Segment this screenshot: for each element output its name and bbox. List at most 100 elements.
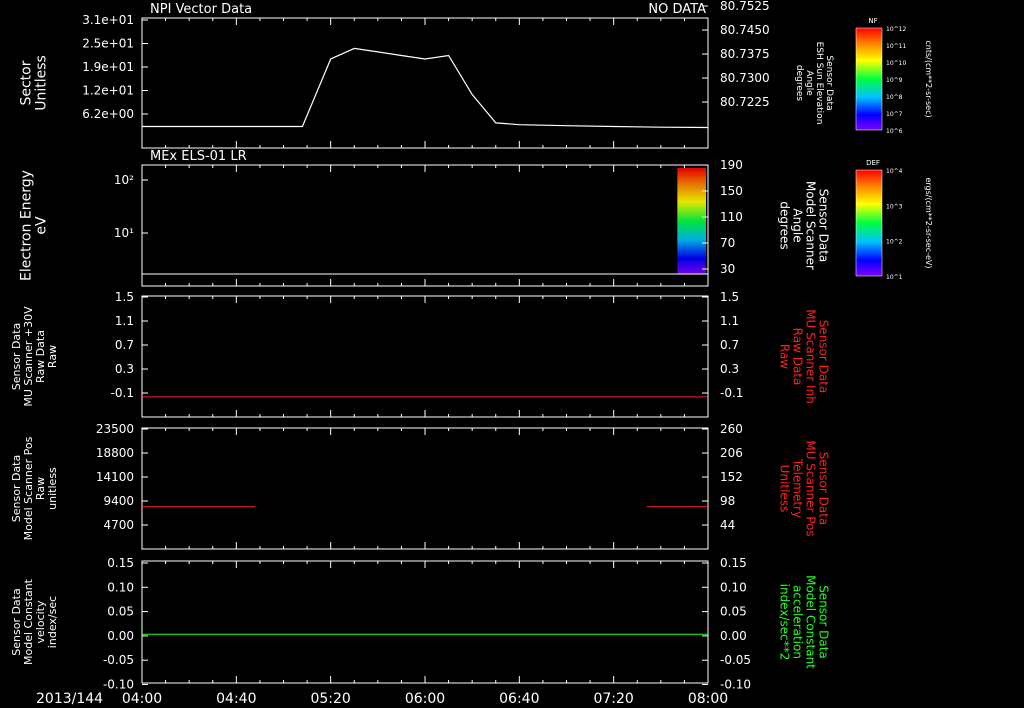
ylabel-right: Sensor DataMU Scanner PosTelemetryUnitle… <box>778 440 831 536</box>
ytick-left-label: 4700 <box>103 518 134 532</box>
ylabel-right-line: Model Scanner <box>804 181 818 270</box>
ylabel-left: Sensor Data Model Constant velocity index/s… <box>10 578 59 665</box>
date-label: 2013/144 <box>36 691 103 707</box>
ytick-left-label: 0.7 <box>115 338 134 352</box>
ylabel-left-line: unitless <box>46 467 59 510</box>
panel-frame-mu-raw <box>141 295 709 418</box>
colorbar-tick-label: 10^6 <box>886 128 903 135</box>
time-tick-label: 04:40 <box>216 691 256 707</box>
ylabel-right-line: Angle <box>804 70 814 96</box>
ytick-right-label: 152 <box>720 470 743 484</box>
ylabel-right: Sensor DataModel ScannerAngledegrees <box>778 181 831 270</box>
ylabel-right: Sensor DataESH Sun ElevationAngledegrees <box>794 42 834 125</box>
nf-colorbar <box>855 27 883 131</box>
ytick-left-label: 23500 <box>96 422 134 436</box>
ylabel-left: Electron Energy eV <box>19 170 50 281</box>
no-data-label: NO DATA <box>648 2 706 17</box>
nf-colorbar-title: NF <box>868 17 877 25</box>
ytick-left-label: 0.00 <box>107 629 134 643</box>
multi-panel-plot: NPI Vector Data NO DATA MEx ELS-01 LR 04… <box>10 0 933 707</box>
ytick-left-label: 1.9e+01 <box>82 60 134 74</box>
ylabel-left-line: Electron Energy <box>19 170 35 281</box>
colorbar-tick-label: 10^3 <box>886 203 903 210</box>
ylabel-left-line: index/sec <box>46 596 59 648</box>
ylabel-right-line: ESH Sun Elevation <box>814 42 824 125</box>
ylabel-right-line: degrees <box>778 201 792 249</box>
ytick-right-label: 260 <box>720 422 743 436</box>
ytick-right-label: -0.1 <box>720 386 743 400</box>
time-tick-label: 06:00 <box>405 691 445 707</box>
ytick-right-label: 70 <box>720 236 735 250</box>
ylabel-left-line: Unitless <box>34 55 50 111</box>
ytick-right-label: 44 <box>720 518 735 532</box>
colorbar-tick-label: 10^8 <box>886 94 903 101</box>
ytick-left-label: 9400 <box>103 494 134 508</box>
panel-title-electron: MEx ELS-01 LR <box>150 149 247 164</box>
ylabel-left-line: eV <box>34 216 50 235</box>
ytick-right-label: 80.7375 <box>720 47 770 61</box>
ylabel-left: Sensor Data Model Scanner Pos Raw unitless <box>10 436 59 540</box>
colorbar-tick-label: 10^11 <box>886 43 906 50</box>
ylabel-right-line: Sensor Data <box>817 320 831 394</box>
ylabel-right: Sensor DataModel Constantaccelerationind… <box>778 575 831 669</box>
ylabel-right-line: index/sec**2 <box>778 584 792 661</box>
ytick-right-label: 80.7525 <box>720 0 770 13</box>
ylabel-right: Sensor DataMU Scanner InhRaw DataRaw <box>778 309 831 404</box>
ytick-right-label: 1.1 <box>720 314 739 328</box>
ylabel-right-line: Model Constant <box>804 575 818 669</box>
ylabel-right-line: Angle <box>791 208 805 242</box>
ytick-left-label: -0.10 <box>103 678 134 692</box>
ytick-right-label: -0.05 <box>720 653 751 667</box>
ytick-left-label: 3.1e+01 <box>82 13 134 27</box>
ytick-left-label: 2.5e+01 <box>82 37 134 51</box>
ytick-right-label: 98 <box>720 494 735 508</box>
ytick-right-label: 1.5 <box>720 290 739 304</box>
time-tick-label: 08:00 <box>688 691 728 707</box>
panel-frame-sector <box>141 17 709 149</box>
time-tick-label: 07:20 <box>593 691 633 707</box>
ylabel-left-line: Sector <box>19 60 35 105</box>
ytick-right-label: 80.7300 <box>720 71 770 85</box>
ytick-right-label: -0.10 <box>720 678 751 692</box>
ytick-right-label: 0.7 <box>720 338 739 352</box>
ylabel-left-line: Raw <box>46 345 59 368</box>
ytick-left-label: 1.5 <box>115 290 134 304</box>
ytick-left-label: -0.05 <box>103 653 134 667</box>
ylabel-right-line: Sensor Data <box>824 55 834 110</box>
ytick-left-label: 1.2e+01 <box>82 84 134 98</box>
colorbar-unit: ergs/(cm**2-sr-sec-eV) <box>924 177 933 268</box>
ytick-right-label: 0.10 <box>720 580 747 594</box>
colorbar-tick-label: 10^4 <box>886 168 903 175</box>
ytick-left-label: 1.1 <box>115 314 134 328</box>
ytick-right-label: 0.00 <box>720 629 747 643</box>
ylabel-right-line: Raw <box>778 344 792 369</box>
panel-frame-scanner-pos <box>141 427 709 550</box>
ytick-right-label: 190 <box>720 158 743 172</box>
colorbar-tick-label: 10^7 <box>886 111 903 118</box>
colorbar-tick-label: 10^1 <box>886 274 903 281</box>
ytick-left-label: 0.05 <box>107 605 134 619</box>
def-colorbar-title: DEF <box>866 159 880 167</box>
ytick-right-label: 80.7450 <box>720 23 770 37</box>
ytick-left-label: 6.2e+00 <box>82 107 134 121</box>
ylabel-right-line: Sensor Data <box>817 189 831 263</box>
ytick-left-label: 14100 <box>96 470 134 484</box>
panel-title-sector: NPI Vector Data <box>150 2 252 17</box>
axis-labels: 04:00 04:40 05:20 06:00 06:40 07:20 08:00 3.1e+… <box>10 0 933 707</box>
sector-line <box>142 47 709 129</box>
time-tick-label: 05:20 <box>310 691 350 707</box>
ytick-right-label: 0.15 <box>720 556 747 570</box>
ytick-left-label: 0.15 <box>107 556 134 570</box>
colorbar-tick-label: 10^10 <box>886 60 906 67</box>
colorbar-tick-label: 10^2 <box>886 239 903 246</box>
colorbar-tick-label: 10^9 <box>886 77 903 84</box>
ylabel-right-line: Sensor Data <box>817 585 831 659</box>
ytick-right-label: 0.3 <box>720 362 739 376</box>
axis-ticks <box>141 5 709 685</box>
ylabel-right-line: MU Scanner Inh <box>804 309 818 404</box>
time-tick-label: 06:40 <box>499 691 539 707</box>
colorbar-tick-label: 10^12 <box>886 26 906 33</box>
ytick-left-label: 0.3 <box>115 362 134 376</box>
ytick-right-label: 110 <box>720 210 743 224</box>
def-colorbar <box>855 169 883 277</box>
